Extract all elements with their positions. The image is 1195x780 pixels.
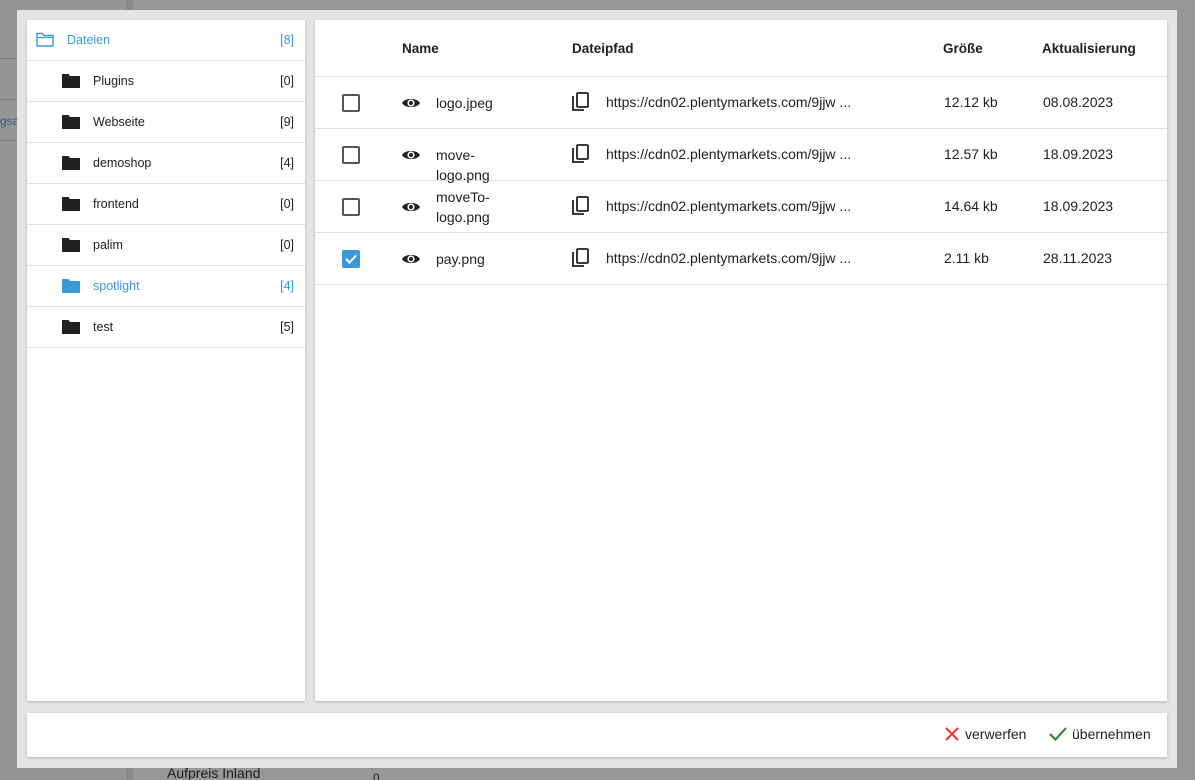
folder-count: [0] <box>280 238 294 252</box>
folder-item-demoshop[interactable]: demoshop [4] <box>27 143 305 184</box>
folder-item-frontend[interactable]: frontend [0] <box>27 184 305 225</box>
table-row: logo.jpeg https://cdn02.plentymarkets.com… <box>315 77 1167 129</box>
file-updated: 18.09.2023 <box>1043 146 1114 162</box>
file-path: https://cdn02.plentymarkets.com/9jjw ... <box>606 146 852 162</box>
folder-name: Dateien <box>67 33 111 47</box>
folder-count: [8] <box>280 33 294 47</box>
file-size: 14.64 kb <box>944 198 998 214</box>
file-size: 2.11 kb <box>944 250 989 266</box>
copy-icon[interactable] <box>572 196 590 216</box>
folder-outline-icon <box>36 32 54 47</box>
folder-item-spotlight[interactable]: spotlight [4] <box>27 266 305 307</box>
folder-item-palim[interactable]: palim [0] <box>27 225 305 266</box>
row-checkbox[interactable] <box>342 94 360 112</box>
row-checkbox[interactable] <box>342 250 360 268</box>
file-updated: 08.08.2023 <box>1043 94 1114 110</box>
folder-item-test[interactable]: test [5] <box>27 307 305 348</box>
folder-name: Webseite <box>93 115 145 129</box>
folder-name: spotlight <box>93 279 140 293</box>
table-row: pay.png https://cdn02.plentymarkets.com/9… <box>315 233 1167 285</box>
file-size: 12.12 kb <box>944 94 998 110</box>
folder-name: demoshop <box>93 156 152 170</box>
row-checkbox[interactable] <box>342 198 360 216</box>
file-name: logo.jpeg <box>436 95 493 111</box>
file-table: Name Dateipfad Größe Aktualisierung logo… <box>315 20 1167 701</box>
eye-icon[interactable] <box>401 147 421 163</box>
discard-button-label: verwerfen <box>965 726 1027 742</box>
table-header: Name Dateipfad Größe Aktualisierung <box>315 20 1167 77</box>
file-picker-dialog: Dateien [8] Plugins [0] Webseite [9] demoshop [… <box>17 10 1177 768</box>
file-name: move-logo.png <box>436 147 490 183</box>
column-header-size[interactable]: Größe <box>943 41 983 56</box>
copy-icon[interactable] <box>572 248 590 268</box>
folder-tree: Dateien [8] Plugins [0] Webseite [9] demoshop [… <box>27 20 305 701</box>
folder-name: palim <box>93 238 123 252</box>
folder-icon <box>62 115 80 129</box>
eye-icon[interactable] <box>401 95 421 111</box>
file-path: https://cdn02.plentymarkets.com/9jjw ... <box>606 94 852 110</box>
file-updated: 18.09.2023 <box>1043 198 1114 214</box>
folder-icon <box>62 74 80 88</box>
folder-count: [5] <box>280 320 294 334</box>
file-path: https://cdn02.plentymarkets.com/9jjw ... <box>606 250 852 266</box>
folder-icon <box>62 279 80 293</box>
file-size: 12.57 kb <box>944 146 998 162</box>
file-name-line: logo.png <box>436 209 490 225</box>
dialog-footer: verwerfen übernehmen <box>27 713 1167 757</box>
column-header-updated[interactable]: Aktualisierung <box>1042 41 1136 56</box>
folder-item-webseite[interactable]: Webseite [9] <box>27 102 305 143</box>
column-header-name[interactable]: Name <box>402 41 439 56</box>
row-checkbox[interactable] <box>342 146 360 164</box>
check-icon <box>1049 727 1067 741</box>
apply-button-label: übernehmen <box>1072 726 1151 742</box>
folder-count: [0] <box>280 74 294 88</box>
folder-name: frontend <box>93 197 139 211</box>
folder-item-plugins[interactable]: Plugins [0] <box>27 61 305 102</box>
folder-count: [4] <box>280 279 294 293</box>
checkmark-icon <box>345 254 357 264</box>
file-name: pay.png <box>436 251 485 267</box>
folder-list: Dateien [8] Plugins [0] Webseite [9] demoshop [… <box>27 20 305 348</box>
file-name: moveTo-logo.png <box>436 187 526 227</box>
file-name-line: moveTo- <box>436 189 490 205</box>
file-path: https://cdn02.plentymarkets.com/9jjw ... <box>606 198 852 214</box>
folder-icon <box>62 238 80 252</box>
folder-item-dateien[interactable]: Dateien [8] <box>27 20 305 61</box>
folder-icon <box>62 320 80 334</box>
apply-button[interactable]: übernehmen <box>1049 726 1151 742</box>
folder-icon <box>62 197 80 211</box>
folder-icon <box>62 156 80 170</box>
eye-icon[interactable] <box>401 199 421 215</box>
folder-name: test <box>93 320 114 334</box>
discard-button[interactable]: verwerfen <box>944 726 1026 742</box>
table-row: moveTo-logo.png https://cdn02.plentymarke… <box>315 181 1167 233</box>
table-row: move-logo.png https://cdn02.plentymarkets… <box>315 129 1167 183</box>
close-icon <box>945 727 959 741</box>
table-body: logo.jpeg https://cdn02.plentymarkets.com… <box>315 77 1167 285</box>
folder-count: [4] <box>280 156 294 170</box>
copy-icon[interactable] <box>572 144 590 164</box>
folder-name: Plugins <box>93 74 134 88</box>
folder-count: [0] <box>280 197 294 211</box>
eye-icon[interactable] <box>401 251 421 267</box>
background-value: 0 <box>373 771 380 780</box>
folder-count: [9] <box>280 115 294 129</box>
copy-icon[interactable] <box>572 92 590 112</box>
column-header-path[interactable]: Dateipfad <box>572 41 634 56</box>
file-updated: 28.11.2023 <box>1043 250 1113 266</box>
